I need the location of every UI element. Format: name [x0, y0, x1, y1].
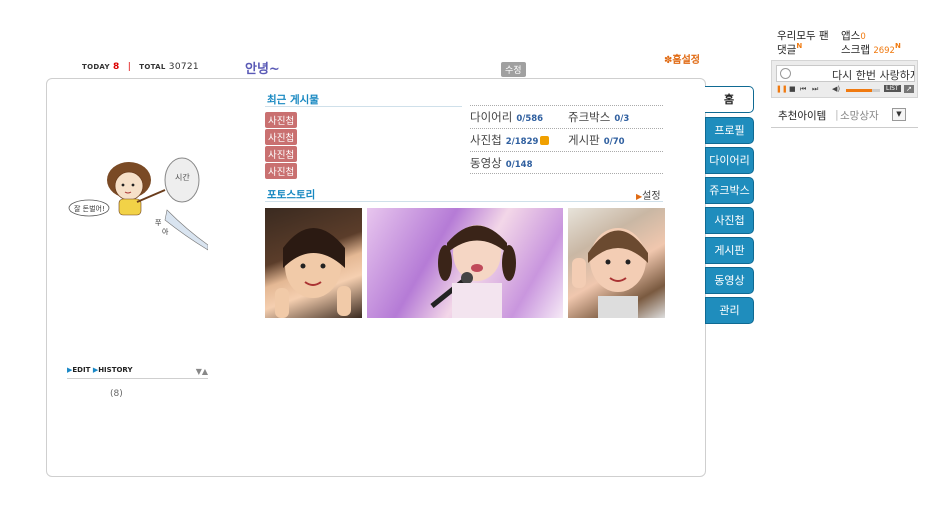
edit-link[interactable]: EDIT — [72, 366, 90, 374]
scrap-label: 스크랩 — [841, 44, 870, 56]
scrap-count: 2692 — [873, 46, 895, 56]
stat-jukebox[interactable]: 쥬크박스 0/3 — [568, 109, 629, 125]
stat-value: 0/3 — [614, 114, 630, 124]
stat-label: 게시판 — [568, 133, 600, 147]
tab-video[interactable]: 동영상 — [705, 267, 754, 294]
stat-label: 다이어리 — [470, 110, 513, 124]
stat-value: 0/148 — [505, 160, 533, 170]
expand-collapse-icon[interactable]: ▼▲ — [196, 367, 208, 376]
photo-thumbnail[interactable] — [568, 208, 665, 318]
stat-photo[interactable]: 사진첩 2/1829 — [470, 132, 550, 148]
photo-thumbnail[interactable] — [367, 208, 563, 318]
tab-jukebox[interactable]: 쥬크박스 — [705, 177, 754, 204]
new-badge: N — [894, 42, 901, 50]
stat-label: 쥬크박스 — [568, 110, 611, 124]
recent-tag[interactable]: 사진첩 — [265, 146, 298, 162]
stats-divider — [470, 151, 663, 152]
player-controls: ❚❚ ■ ⏮ ⏭ ◀) LIST ↗ — [776, 85, 915, 96]
stat-value: 0/70 — [603, 137, 625, 147]
new-badge: N — [796, 42, 803, 50]
svg-text:쭈: 쭈 — [155, 219, 162, 227]
visitor-counter: TODAY 8 | TOTAL 30721 — [82, 62, 199, 72]
cd-icon — [780, 68, 791, 79]
counter-separator: | — [127, 62, 132, 72]
tab-board[interactable]: 게시판 — [705, 237, 754, 264]
recommend-separator: | — [835, 108, 839, 121]
chevron-down-icon[interactable]: ▼ — [892, 108, 906, 121]
playlist-button[interactable]: LIST — [884, 85, 901, 92]
new-badge-icon — [540, 136, 550, 145]
svg-text:잘 돈벌어!: 잘 돈벌어! — [74, 204, 105, 213]
profile-image: 시간 잘 돈벌어! 쭈 아 — [67, 150, 208, 258]
photo-illustration — [275, 228, 351, 318]
stat-video[interactable]: 동영상 0/148 — [470, 155, 533, 171]
recent-posts-title: 최근 게시물 — [267, 94, 319, 106]
apps-label: 앱스 — [841, 30, 861, 42]
stat-board[interactable]: 게시판 0/70 — [568, 132, 625, 148]
photostory-setting-link[interactable]: ▶설정 — [636, 187, 661, 202]
photo-illustration — [572, 228, 648, 318]
total-label: TOTAL — [139, 63, 166, 71]
comment-label: 댓글 — [777, 44, 797, 56]
photostory-title: 포토스토리 — [267, 189, 316, 201]
tab-profile[interactable]: 프로필 — [705, 117, 754, 144]
prev-icon[interactable]: ⏮ — [800, 85, 806, 94]
total-count: 30721 — [168, 62, 199, 72]
stat-value: 2/1829 — [505, 137, 539, 147]
today-label: TODAY — [82, 63, 110, 71]
home-setting-label: 홈설정 — [672, 55, 700, 66]
next-icon[interactable]: ⏭ — [812, 85, 818, 94]
music-player: 다시 한번 사랑하지 ❚❚ ■ ⏮ ⏭ ◀) LIST ↗ — [771, 60, 918, 98]
today-count: 8 — [113, 62, 120, 72]
tab-home[interactable]: 홈 — [705, 86, 754, 113]
tab-diary[interactable]: 다이어리 — [705, 147, 754, 174]
edit-title-button[interactable]: 수정 — [501, 62, 526, 77]
stat-label: 동영상 — [470, 156, 502, 170]
home-setting-link[interactable]: ✽홈설정 — [664, 51, 700, 66]
stop-icon[interactable]: ■ — [789, 85, 796, 93]
page-title: 안녕~ — [245, 62, 280, 77]
volume-icon: ◀) — [832, 85, 841, 93]
tab-manage[interactable]: 관리 — [705, 297, 754, 324]
song-title: 다시 한번 사랑하지 — [832, 69, 915, 82]
recommend-item-label[interactable]: 추천아이템 — [778, 108, 826, 123]
volume-level — [846, 89, 872, 92]
volume-slider[interactable] — [846, 89, 880, 92]
fan-link[interactable]: 우리모두 팬 — [777, 28, 829, 43]
history-count: (8) — [110, 389, 123, 399]
photostory-divider — [265, 201, 663, 202]
recent-tag[interactable]: 사진첩 — [265, 129, 298, 145]
recent-tag[interactable]: 사진첩 — [265, 112, 298, 128]
apps-link[interactable]: 앱스0 — [841, 28, 866, 43]
popup-icon[interactable]: ↗ — [904, 85, 914, 93]
stat-diary[interactable]: 다이어리 0/586 — [470, 109, 543, 125]
stat-label: 사진첩 — [470, 133, 502, 147]
stats-divider — [470, 173, 663, 174]
recommend-divider — [771, 127, 918, 128]
history-link[interactable]: HISTORY — [98, 366, 132, 374]
scrap-link[interactable]: 스크랩 2692N — [841, 42, 901, 57]
recent-tag[interactable]: 사진첩 — [265, 163, 298, 179]
edit-history-bar: ▶EDIT ▶HISTORY ▼▲ — [67, 366, 208, 379]
photo-thumbnail[interactable] — [265, 208, 362, 318]
tab-photo[interactable]: 사진첩 — [705, 207, 754, 234]
svg-text:시간: 시간 — [175, 172, 190, 182]
stats-divider — [470, 105, 663, 106]
wishbox-label[interactable]: 소망상자 — [840, 108, 879, 123]
stat-value: 0/586 — [516, 114, 544, 124]
player-screen: 다시 한번 사랑하지 — [776, 65, 915, 82]
comment-link[interactable]: 댓글N — [777, 42, 802, 57]
photo-illustration — [430, 225, 516, 318]
svg-text:아: 아 — [162, 227, 169, 236]
pause-icon[interactable]: ❚❚ — [776, 85, 788, 93]
stats-divider — [470, 128, 663, 129]
apps-count: 0 — [860, 32, 866, 42]
recent-divider — [265, 106, 462, 107]
